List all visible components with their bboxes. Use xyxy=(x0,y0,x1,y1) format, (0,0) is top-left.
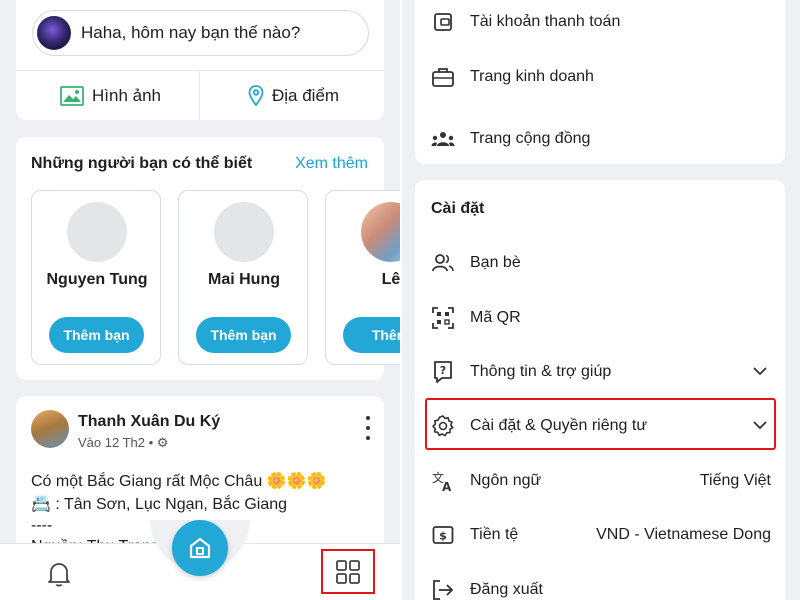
account-menu: Tài khoản thanh toán Trang kinh doanh Tr… xyxy=(415,0,785,164)
avatar[interactable] xyxy=(31,410,69,448)
divider xyxy=(199,70,200,120)
menu-item-label: Thông tin & trợ giúp xyxy=(470,363,612,380)
image-icon xyxy=(60,86,84,106)
avatar xyxy=(37,16,71,50)
section-title: Những người bạn có thể biết xyxy=(31,155,253,172)
friend-card[interactable]: Lê Thêm xyxy=(325,190,400,365)
friends-icon xyxy=(431,251,455,275)
menu-item-label: Trang kinh doanh xyxy=(470,68,594,85)
post-text: Có một Bắc Giang rất Mộc Châu 🌼🌼🌼 xyxy=(31,473,327,490)
friend-name: Mai Hung xyxy=(208,271,280,288)
more-options-icon[interactable] xyxy=(360,416,376,440)
status-input[interactable]: Haha, hôm nay bạn thế nào? xyxy=(32,10,369,56)
menu-item-label: Bạn bè xyxy=(470,254,521,271)
menu-item-payment-account[interactable]: Tài khoản thanh toán xyxy=(415,2,785,42)
menu-item-currency[interactable]: $ Tiền tệ VND - Vietnamese Dong xyxy=(415,515,785,555)
grid-icon xyxy=(336,559,360,584)
menu-item-label: Trang cộng đồng xyxy=(470,130,591,147)
avatar xyxy=(67,202,127,262)
qr-icon xyxy=(431,306,455,330)
menu-item-language[interactable]: 文A Ngôn ngữ Tiếng Việt xyxy=(415,461,785,501)
menu-item-qr-code[interactable]: Mã QR xyxy=(415,298,785,338)
place-button[interactable]: Địa điểm xyxy=(248,80,339,112)
avatar xyxy=(214,202,274,262)
friend-name: Lê xyxy=(381,271,400,288)
menu-item-label: Tiền tệ xyxy=(470,526,519,543)
add-friend-button[interactable]: Thêm bạn xyxy=(49,317,144,353)
bell-icon[interactable] xyxy=(46,560,72,593)
svg-text:A: A xyxy=(442,480,452,493)
community-icon xyxy=(431,127,455,151)
home-icon xyxy=(189,537,211,559)
translate-icon: 文A xyxy=(431,469,455,493)
section-title: Cài đặt xyxy=(431,200,485,217)
menu-item-label: Ngôn ngữ xyxy=(470,472,542,489)
post-author[interactable]: Thanh Xuân Du Ký xyxy=(78,413,220,431)
chevron-down-icon[interactable] xyxy=(753,363,767,381)
add-friend-button[interactable]: Thêm xyxy=(343,317,400,353)
menu-item-business-page[interactable]: Trang kinh doanh xyxy=(415,57,785,97)
menu-item-label: Mã QR xyxy=(470,309,521,326)
briefcase-icon xyxy=(431,65,455,89)
wallet-icon xyxy=(431,10,455,34)
location-pin-icon xyxy=(248,85,264,107)
language-value: Tiếng Việt xyxy=(699,472,771,489)
currency-icon: $ xyxy=(431,523,455,547)
right-screen: Tài khoản thanh toán Trang kinh doanh Tr… xyxy=(402,0,800,600)
divider xyxy=(16,70,384,71)
menu-item-help[interactable]: ? Thông tin & trợ giúp xyxy=(415,352,785,392)
add-friend-button[interactable]: Thêm bạn xyxy=(196,317,291,353)
currency-value: VND - Vietnamese Dong xyxy=(596,526,771,543)
status-placeholder: Haha, hôm nay bạn thế nào? xyxy=(81,23,301,42)
friend-suggestions: Những người bạn có thể biết Xem thêm Ngu… xyxy=(16,137,400,380)
friend-card[interactable]: Nguyen Tung Thêm bạn xyxy=(31,190,161,365)
see-more-link[interactable]: Xem thêm xyxy=(295,155,368,173)
settings-menu: Cài đặt Bạn bè Mã QR ? Thông tin & trợ g… xyxy=(415,180,785,600)
highlight-box xyxy=(425,398,776,450)
svg-text:$: $ xyxy=(439,530,447,543)
post-text: ---- xyxy=(31,517,53,534)
friend-card[interactable]: Mai Hung Thêm bạn xyxy=(178,190,308,365)
photo-label: Hình ảnh xyxy=(92,86,161,105)
place-label: Địa điểm xyxy=(272,86,340,105)
photo-button[interactable]: Hình ảnh xyxy=(60,80,161,112)
post-text: 📇 : Tân Sơn, Lục Ngạn, Bắc Giang xyxy=(31,496,288,513)
post-meta: Vào 12 Th2 • ⚙ xyxy=(78,435,169,450)
home-button[interactable] xyxy=(172,520,228,576)
post-composer: Haha, hôm nay bạn thế nào? Hình ảnh Địa … xyxy=(16,0,384,120)
menu-item-label: Đăng xuất xyxy=(470,581,543,598)
menu-item-logout[interactable]: Đăng xuất xyxy=(415,570,785,600)
help-icon: ? xyxy=(431,360,455,384)
logout-icon xyxy=(431,578,455,600)
avatar xyxy=(361,202,400,262)
friend-name: Nguyen Tung xyxy=(46,271,148,288)
menu-item-community-page[interactable]: Trang cộng đồng xyxy=(415,119,785,159)
svg-text:?: ? xyxy=(440,364,446,377)
menu-item-label: Tài khoản thanh toán xyxy=(470,13,621,30)
menu-button[interactable] xyxy=(321,549,375,594)
menu-item-friends[interactable]: Bạn bè xyxy=(415,243,785,283)
left-screen: Haha, hôm nay bạn thế nào? Hình ảnh Địa … xyxy=(0,0,400,600)
